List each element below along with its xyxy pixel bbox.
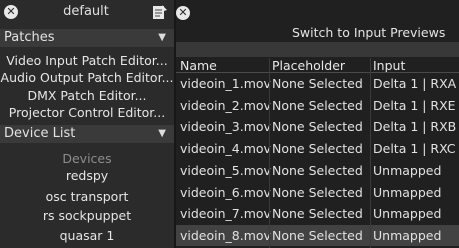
cell-input[interactable]: Delta 1 | RXC xyxy=(373,141,456,156)
column-header-name[interactable]: Name xyxy=(180,58,217,73)
cell-placeholder[interactable]: None Selected xyxy=(272,98,363,113)
cell-name[interactable]: videoin_7.mov xyxy=(180,206,271,221)
triangle-down-icon[interactable]: ▼ xyxy=(158,125,166,143)
cell-input[interactable]: Unmapped xyxy=(373,163,441,178)
edit-document-icon[interactable] xyxy=(152,4,168,20)
table-row[interactable]: videoin_5.mov None Selected Unmapped xyxy=(176,160,459,181)
cell-placeholder[interactable]: None Selected xyxy=(272,206,363,221)
left-panel: ✕ default Patches ▼ Video Input Patch Ed… xyxy=(0,0,174,248)
cell-name[interactable]: videoin_8.mov xyxy=(180,228,271,243)
toolbar-strip xyxy=(176,42,459,57)
cell-name[interactable]: videoin_5.mov xyxy=(180,163,271,178)
column-header-placeholder[interactable]: Placeholder xyxy=(272,58,345,73)
table-row[interactable]: videoin_4.mov None Selected Delta 1 | RXC xyxy=(176,138,459,159)
close-icon[interactable]: ✕ xyxy=(4,5,18,19)
cell-name[interactable]: videoin_3.mov xyxy=(180,119,271,134)
device-list-section-label: Device List xyxy=(4,126,76,141)
cell-name[interactable]: videoin_6.mov xyxy=(180,185,271,200)
patch-item-video-input[interactable]: Video Input Patch Editor... xyxy=(0,53,174,68)
cell-input[interactable]: Unmapped xyxy=(373,206,441,221)
table-row[interactable]: videoin_2.mov None Selected Delta 1 | RXE xyxy=(176,95,459,116)
cell-name[interactable]: videoin_1.mov xyxy=(180,76,271,91)
cell-input[interactable]: Unmapped xyxy=(373,228,441,243)
column-separator xyxy=(370,58,371,248)
table-row[interactable]: videoin_1.mov None Selected Delta 1 | RXA xyxy=(176,73,459,94)
switch-to-input-previews-button[interactable]: Switch to Input Previews xyxy=(292,25,445,40)
device-list-section-header[interactable]: Device List ▼ xyxy=(0,125,174,143)
table-row[interactable]: videoin_6.mov None Selected Unmapped xyxy=(176,182,459,203)
cell-placeholder[interactable]: None Selected xyxy=(272,185,363,200)
cell-input[interactable]: Delta 1 | RXA xyxy=(373,76,456,91)
cell-input[interactable]: Delta 1 | RXB xyxy=(373,119,456,134)
panel-title: default xyxy=(63,4,109,19)
table-row[interactable]: videoin_7.mov None Selected Unmapped xyxy=(176,203,459,224)
device-item-redspy[interactable]: redspy xyxy=(0,168,174,183)
patch-item-audio-output[interactable]: Audio Output Patch Editor... xyxy=(0,70,174,85)
cell-placeholder[interactable]: None Selected xyxy=(272,119,363,134)
device-item-quasar-1[interactable]: quasar 1 xyxy=(0,228,174,243)
patches-section-label: Patches xyxy=(4,30,55,45)
table-row[interactable]: videoin_8.mov None Selected Unmapped xyxy=(176,224,459,246)
cell-placeholder[interactable]: None Selected xyxy=(272,228,363,243)
table-row[interactable]: videoin_3.mov None Selected Delta 1 | RXB xyxy=(176,116,459,137)
patch-item-projector-control[interactable]: Projector Control Editor... xyxy=(0,105,174,120)
cell-placeholder[interactable]: None Selected xyxy=(272,76,363,91)
device-item-osc-transport[interactable]: osc transport xyxy=(0,189,174,204)
patches-section-header[interactable]: Patches ▼ xyxy=(0,29,174,47)
devices-group-label: Devices xyxy=(62,151,112,166)
cell-placeholder[interactable]: None Selected xyxy=(272,163,363,178)
triangle-down-icon[interactable]: ▼ xyxy=(158,29,166,47)
cell-placeholder[interactable]: None Selected xyxy=(272,141,363,156)
column-header-input[interactable]: Input xyxy=(373,58,405,73)
device-item-rs-sockpuppet[interactable]: rs sockpuppet xyxy=(0,208,174,223)
cell-name[interactable]: videoin_4.mov xyxy=(180,141,271,156)
column-separator xyxy=(269,58,270,248)
close-icon[interactable]: ✕ xyxy=(176,6,190,20)
cell-name[interactable]: videoin_2.mov xyxy=(180,98,271,113)
patch-item-dmx[interactable]: DMX Patch Editor... xyxy=(0,88,174,103)
cell-input[interactable]: Delta 1 | RXE xyxy=(373,98,456,113)
cell-input[interactable]: Unmapped xyxy=(373,185,441,200)
right-panel: ✕ Switch to Input Previews Name Placehol… xyxy=(176,0,459,248)
